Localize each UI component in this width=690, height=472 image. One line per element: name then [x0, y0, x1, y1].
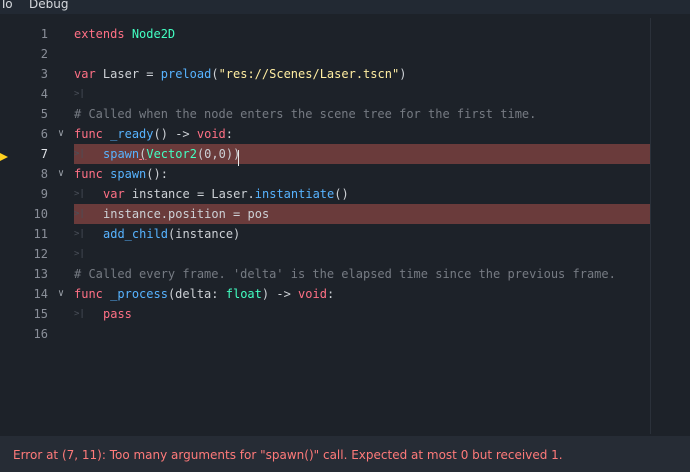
line-number: 6 [40, 127, 48, 141]
code-line: 8 ∨ func spawn(): [0, 164, 650, 184]
comment-text: # Called every frame. 'delta' is the ela… [74, 267, 616, 281]
text-caret [238, 150, 239, 166]
menu-item-debug[interactable]: Debug [29, 0, 68, 11]
line-number: 14 [33, 287, 48, 301]
tab-indent-icon: >| [74, 89, 85, 99]
code-text: var Laser = preload("res://Scenes/Laser.… [74, 67, 407, 81]
code-text: extends Node2D [74, 27, 176, 41]
code-line: 12 >| [0, 244, 650, 264]
code-text: func spawn(): [74, 167, 168, 181]
line-number: 1 [40, 27, 48, 41]
line-number: 12 [33, 247, 48, 261]
menu-bar: To Debug [0, 0, 690, 14]
code-line-error: 10 >| instance.position = pos [0, 204, 650, 224]
code-text: func _ready() -> void: [74, 127, 234, 141]
code-editor[interactable]: 1 extends Node2D 2 3 var Laser = preload… [0, 18, 690, 434]
code-text: spawn(Vector2(0,0)) [103, 147, 241, 161]
code-text: func _process(delta: float) -> void: [74, 287, 335, 301]
code-line: 6 ∨ func _ready() -> void: [0, 124, 650, 144]
chevron-down-icon[interactable]: ∨ [58, 164, 64, 184]
line-length-guide [650, 18, 651, 434]
line-number: 4 [40, 87, 48, 101]
chevron-down-icon[interactable]: ∨ [58, 124, 64, 144]
error-status-bar: Error at (7, 11): Too many arguments for… [0, 436, 690, 472]
code-line: 14 ∨ func _process(delta: float) -> void… [0, 284, 650, 304]
error-message[interactable]: Error at (7, 11): Too many arguments for… [13, 447, 563, 463]
code-text: instance.position = pos [103, 207, 270, 221]
code-line: 13 # Called every frame. 'delta' is the … [0, 264, 650, 284]
code-line: 5 # Called when the node enters the scen… [0, 104, 650, 124]
line-number: 5 [40, 107, 48, 121]
execution-arrow-icon [0, 153, 8, 161]
line-number: 10 [33, 207, 48, 221]
code-line: 9 >| var instance = Laser.instantiate() [0, 184, 650, 204]
code-line: 1 extends Node2D [0, 24, 650, 44]
chevron-down-icon[interactable]: ∨ [58, 284, 64, 304]
code-text: var instance = Laser.instantiate() [103, 187, 349, 201]
code-line: 3 var Laser = preload("res://Scenes/Lase… [0, 64, 650, 84]
code-line-error: 7 >| spawn(Vector2(0,0)) [0, 144, 650, 164]
code-text: add_child(instance) [103, 227, 241, 241]
line-number: 16 [33, 327, 48, 341]
code-line: 2 [0, 44, 650, 64]
code-text: pass [103, 307, 132, 321]
tab-indent-icon: >| [74, 249, 85, 259]
comment-text: # Called when the node enters the scene … [74, 107, 537, 121]
line-number: 8 [40, 167, 48, 181]
code-line: 11 >| add_child(instance) [0, 224, 650, 244]
code-line: 4 >| [0, 84, 650, 104]
line-number: 13 [33, 267, 48, 281]
line-number: 11 [33, 227, 48, 241]
code-line: 15 >| pass [0, 304, 650, 324]
line-number: 15 [33, 307, 48, 321]
menu-item-to[interactable]: To [0, 0, 13, 11]
line-number: 9 [40, 187, 48, 201]
line-number: 3 [40, 67, 48, 81]
code-line: 16 [0, 324, 650, 344]
line-number: 2 [40, 47, 48, 61]
